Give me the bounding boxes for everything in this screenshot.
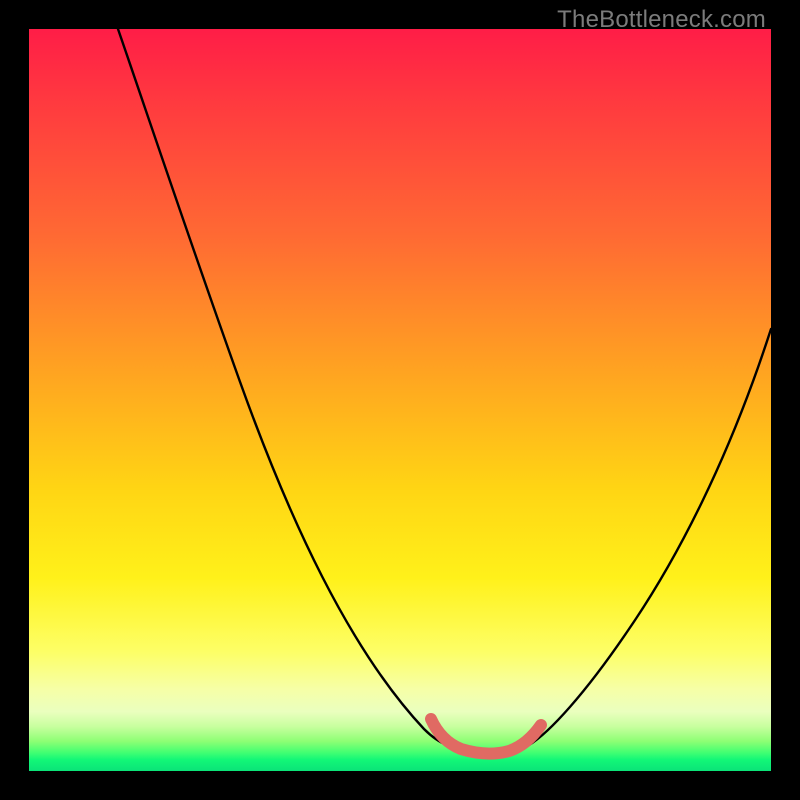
watermark-text: TheBottleneck.com: [557, 6, 766, 34]
chart-plot-area: [29, 29, 771, 771]
curve-right-branch: [529, 329, 771, 745]
chart-curves-svg: [29, 29, 771, 771]
curve-trough-accent: [431, 719, 541, 754]
chart-stage: TheBottleneck.com: [0, 0, 800, 800]
curve-left-branch: [118, 29, 447, 745]
